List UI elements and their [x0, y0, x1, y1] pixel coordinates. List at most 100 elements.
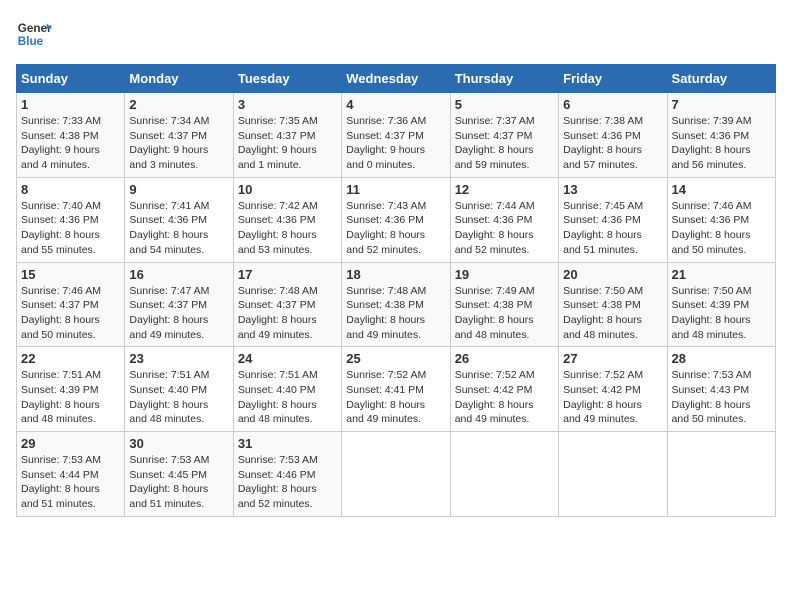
calendar-table: SundayMondayTuesdayWednesdayThursdayFrid…: [16, 64, 776, 517]
logo: General Blue: [16, 16, 56, 52]
day-cell-2: 2 Sunrise: 7:34 AM Sunset: 4:37 PM Daylig…: [125, 93, 233, 178]
page-header: General Blue: [16, 16, 776, 52]
week-row-2: 8 Sunrise: 7:40 AM Sunset: 4:36 PM Daylig…: [17, 177, 776, 262]
day-cell-15: 15 Sunrise: 7:46 AM Sunset: 4:37 PM Dayli…: [17, 262, 125, 347]
day-number-25: 25: [346, 351, 445, 366]
day-cell-27: 27 Sunrise: 7:52 AM Sunset: 4:42 PM Dayli…: [559, 347, 667, 432]
column-header-saturday: Saturday: [667, 65, 775, 93]
day-info-1: Sunrise: 7:33 AM Sunset: 4:38 PM Dayligh…: [21, 114, 120, 173]
day-number-14: 14: [672, 182, 771, 197]
day-cell-8: 8 Sunrise: 7:40 AM Sunset: 4:36 PM Daylig…: [17, 177, 125, 262]
day-info-24: Sunrise: 7:51 AM Sunset: 4:40 PM Dayligh…: [238, 368, 337, 427]
day-info-12: Sunrise: 7:44 AM Sunset: 4:36 PM Dayligh…: [455, 199, 554, 258]
day-info-25: Sunrise: 7:52 AM Sunset: 4:41 PM Dayligh…: [346, 368, 445, 427]
day-cell-16: 16Sunrise: 7:47 AM Sunset: 4:37 PM Dayli…: [125, 262, 233, 347]
svg-text:Blue: Blue: [18, 35, 44, 48]
day-cell-17: 17 Sunrise: 7:48 AM Sunset: 4:37 PM Dayli…: [233, 262, 341, 347]
day-info-3: Sunrise: 7:35 AM Sunset: 4:37 PM Dayligh…: [238, 114, 337, 173]
day-number-23: 23: [129, 351, 228, 366]
day-info-8: Sunrise: 7:40 AM Sunset: 4:36 PM Dayligh…: [21, 199, 120, 258]
day-info-17: Sunrise: 7:48 AM Sunset: 4:37 PM Dayligh…: [238, 284, 337, 343]
day-info-31: Sunrise: 7:53 AM Sunset: 4:46 PM Dayligh…: [238, 453, 337, 512]
empty-cell: [559, 432, 667, 517]
day-number-3: 3: [238, 97, 337, 112]
day-info-6: Sunrise: 7:38 AM Sunset: 4:36 PM Dayligh…: [563, 114, 662, 173]
day-number-2: 2: [129, 97, 228, 112]
day-number-16: 16: [129, 267, 228, 282]
empty-cell: [667, 432, 775, 517]
day-info-20: Sunrise: 7:50 AM Sunset: 4:38 PM Dayligh…: [563, 284, 662, 343]
week-row-5: 29Sunrise: 7:53 AM Sunset: 4:44 PM Dayli…: [17, 432, 776, 517]
day-number-8: 8: [21, 182, 120, 197]
day-number-26: 26: [455, 351, 554, 366]
day-cell-23: 23 Sunrise: 7:51 AM Sunset: 4:40 PM Dayli…: [125, 347, 233, 432]
column-header-tuesday: Tuesday: [233, 65, 341, 93]
day-cell-20: 20 Sunrise: 7:50 AM Sunset: 4:38 PM Dayli…: [559, 262, 667, 347]
day-info-10: Sunrise: 7:42 AM Sunset: 4:36 PM Dayligh…: [238, 199, 337, 258]
day-cell-28: 28Sunrise: 7:53 AM Sunset: 4:43 PM Dayli…: [667, 347, 775, 432]
day-number-13: 13: [563, 182, 662, 197]
day-info-13: Sunrise: 7:45 AM Sunset: 4:36 PM Dayligh…: [563, 199, 662, 258]
day-number-21: 21: [672, 267, 771, 282]
day-cell-26: 26 Sunrise: 7:52 AM Sunset: 4:42 PM Dayli…: [450, 347, 558, 432]
day-number-18: 18: [346, 267, 445, 282]
day-cell-4: 4 Sunrise: 7:36 AM Sunset: 4:37 PM Daylig…: [342, 93, 450, 178]
day-number-7: 7: [672, 97, 771, 112]
day-cell-7: 7 Sunrise: 7:39 AM Sunset: 4:36 PM Daylig…: [667, 93, 775, 178]
day-info-27: Sunrise: 7:52 AM Sunset: 4:42 PM Dayligh…: [563, 368, 662, 427]
day-info-21: Sunrise: 7:50 AM Sunset: 4:39 PM Dayligh…: [672, 284, 771, 343]
calendar-body: 1 Sunrise: 7:33 AM Sunset: 4:38 PM Daylig…: [17, 93, 776, 517]
week-row-4: 22Sunrise: 7:51 AM Sunset: 4:39 PM Dayli…: [17, 347, 776, 432]
day-info-5: Sunrise: 7:37 AM Sunset: 4:37 PM Dayligh…: [455, 114, 554, 173]
day-info-30: Sunrise: 7:53 AM Sunset: 4:45 PM Dayligh…: [129, 453, 228, 512]
day-cell-29: 29Sunrise: 7:53 AM Sunset: 4:44 PM Dayli…: [17, 432, 125, 517]
day-number-15: 15: [21, 267, 120, 282]
day-number-10: 10: [238, 182, 337, 197]
day-info-11: Sunrise: 7:43 AM Sunset: 4:36 PM Dayligh…: [346, 199, 445, 258]
empty-cell: [342, 432, 450, 517]
week-row-3: 15 Sunrise: 7:46 AM Sunset: 4:37 PM Dayli…: [17, 262, 776, 347]
day-info-4: Sunrise: 7:36 AM Sunset: 4:37 PM Dayligh…: [346, 114, 445, 173]
day-cell-12: 12 Sunrise: 7:44 AM Sunset: 4:36 PM Dayli…: [450, 177, 558, 262]
day-info-18: Sunrise: 7:48 AM Sunset: 4:38 PM Dayligh…: [346, 284, 445, 343]
column-header-friday: Friday: [559, 65, 667, 93]
day-cell-3: 3 Sunrise: 7:35 AM Sunset: 4:37 PM Daylig…: [233, 93, 341, 178]
day-number-27: 27: [563, 351, 662, 366]
day-number-9: 9: [129, 182, 228, 197]
day-number-12: 12: [455, 182, 554, 197]
day-cell-21: 21 Sunrise: 7:50 AM Sunset: 4:39 PM Dayli…: [667, 262, 775, 347]
day-info-9: Sunrise: 7:41 AM Sunset: 4:36 PM Dayligh…: [129, 199, 228, 258]
day-cell-19: 19Sunrise: 7:49 AM Sunset: 4:38 PM Dayli…: [450, 262, 558, 347]
day-number-20: 20: [563, 267, 662, 282]
day-cell-9: 9 Sunrise: 7:41 AM Sunset: 4:36 PM Daylig…: [125, 177, 233, 262]
day-cell-11: 11 Sunrise: 7:43 AM Sunset: 4:36 PM Dayli…: [342, 177, 450, 262]
day-cell-1: 1 Sunrise: 7:33 AM Sunset: 4:38 PM Daylig…: [17, 93, 125, 178]
empty-cell: [450, 432, 558, 517]
day-number-24: 24: [238, 351, 337, 366]
day-number-17: 17: [238, 267, 337, 282]
day-number-6: 6: [563, 97, 662, 112]
day-number-31: 31: [238, 436, 337, 451]
day-cell-10: 10 Sunrise: 7:42 AM Sunset: 4:36 PM Dayli…: [233, 177, 341, 262]
day-cell-13: 13 Sunrise: 7:45 AM Sunset: 4:36 PM Dayli…: [559, 177, 667, 262]
day-cell-22: 22Sunrise: 7:51 AM Sunset: 4:39 PM Dayli…: [17, 347, 125, 432]
day-cell-31: 31 Sunrise: 7:53 AM Sunset: 4:46 PM Dayli…: [233, 432, 341, 517]
day-number-11: 11: [346, 182, 445, 197]
day-info-15: Sunrise: 7:46 AM Sunset: 4:37 PM Dayligh…: [21, 284, 120, 343]
week-row-1: 1 Sunrise: 7:33 AM Sunset: 4:38 PM Daylig…: [17, 93, 776, 178]
day-info-7: Sunrise: 7:39 AM Sunset: 4:36 PM Dayligh…: [672, 114, 771, 173]
day-number-1: 1: [21, 97, 120, 112]
day-cell-30: 30 Sunrise: 7:53 AM Sunset: 4:45 PM Dayli…: [125, 432, 233, 517]
day-number-4: 4: [346, 97, 445, 112]
logo-icon: General Blue: [16, 16, 52, 52]
day-info-26: Sunrise: 7:52 AM Sunset: 4:42 PM Dayligh…: [455, 368, 554, 427]
day-cell-25: 25 Sunrise: 7:52 AM Sunset: 4:41 PM Dayli…: [342, 347, 450, 432]
day-number-5: 5: [455, 97, 554, 112]
day-info-23: Sunrise: 7:51 AM Sunset: 4:40 PM Dayligh…: [129, 368, 228, 427]
day-cell-18: 18 Sunrise: 7:48 AM Sunset: 4:38 PM Dayli…: [342, 262, 450, 347]
day-info-2: Sunrise: 7:34 AM Sunset: 4:37 PM Dayligh…: [129, 114, 228, 173]
column-header-monday: Monday: [125, 65, 233, 93]
day-cell-14: 14Sunrise: 7:46 AM Sunset: 4:36 PM Dayli…: [667, 177, 775, 262]
day-number-28: 28: [672, 351, 771, 366]
day-number-30: 30: [129, 436, 228, 451]
